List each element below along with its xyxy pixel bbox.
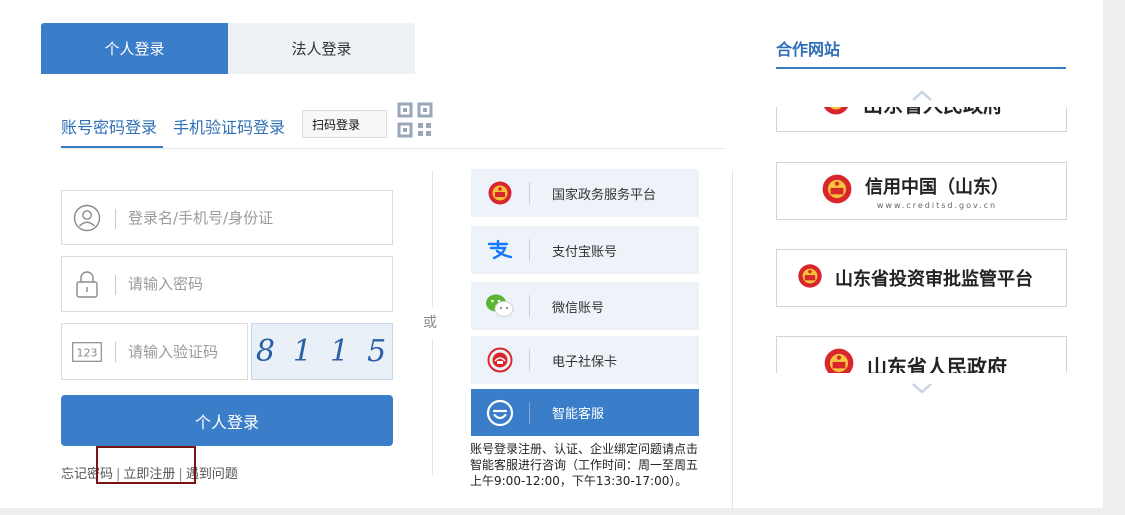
tab-sms-code-login[interactable]: 手机验证码登录 <box>173 114 285 138</box>
partner-name: 山东省人民政府 <box>863 107 1003 118</box>
tab-personal-login[interactable]: 个人登录 <box>41 23 228 74</box>
personal-login-button[interactable]: 个人登录 <box>61 395 393 446</box>
auth-links: 忘记密码 | 立即注册 | 遇到问题 <box>61 463 238 482</box>
alipay-login-button[interactable]: 支付宝账号 <box>471 226 699 274</box>
forgot-password-link[interactable]: 忘记密码 <box>61 467 113 482</box>
chevron-up-icon[interactable] <box>910 88 934 102</box>
option-label: 支付宝账号 <box>552 244 618 260</box>
partner-name: 山东省人民政府 <box>867 354 1007 374</box>
user-icon <box>72 203 102 233</box>
partner-sites-title: 合作网站 <box>776 40 841 59</box>
partner-title-underline <box>776 67 1066 69</box>
national-platform-login-button[interactable]: 国家政务服务平台 <box>471 169 699 217</box>
option-label: 国家政务服务平台 <box>552 187 657 203</box>
captcha-char: 8 <box>255 334 277 369</box>
service-notice-text: 账号登录注册、认证、企业绑定问题请点击智能客服进行咨询（工作时间：周一至周五上午… <box>470 442 699 488</box>
national-emblem-icon <box>821 173 853 209</box>
scan-login-button[interactable]: 扫码登录 <box>302 110 387 138</box>
option-label: 电子社保卡 <box>552 354 618 370</box>
field-separator <box>115 275 116 295</box>
code-icon-text: 123 <box>77 346 98 359</box>
social-security-card-login-button[interactable]: 电子社保卡 <box>471 336 699 384</box>
captcha-char: 1 <box>330 334 352 369</box>
captcha-char: 1 <box>292 334 314 369</box>
vertical-divider <box>432 170 433 307</box>
page-gutter <box>1103 0 1125 515</box>
wechat-login-button[interactable]: 微信账号 <box>471 282 699 330</box>
help-link[interactable]: 遇到问题 <box>186 467 238 482</box>
partner-url: www.creditsd.gov.cn <box>876 200 998 210</box>
partner-carousel: 山东省人民政府 信用中国（山东） www.creditsd.gov.cn 山东省… <box>776 107 1067 373</box>
wechat-icon <box>471 293 529 319</box>
smart-service-button[interactable]: 智能客服 <box>471 389 699 436</box>
national-emblem-icon <box>823 347 855 373</box>
username-field <box>61 190 393 245</box>
link-separator: | <box>178 467 183 482</box>
partner-name: 山东省投资审批监管平台 <box>835 269 1033 290</box>
national-emblem-icon <box>821 107 851 120</box>
partner-card-shandong-gov[interactable]: 山东省人民政府 <box>776 336 1067 373</box>
option-label: 微信账号 <box>552 300 605 316</box>
tab-legal-login[interactable]: 法人登录 <box>228 23 415 74</box>
chevron-down-icon[interactable] <box>910 380 934 394</box>
national-emblem-icon <box>471 180 529 206</box>
smart-service-icon <box>471 399 529 427</box>
tab-account-password-login[interactable]: 账号密码登录 <box>61 114 157 138</box>
option-separator <box>529 182 530 204</box>
partner-card-investment-approval[interactable]: 山东省投资审批监管平台 <box>776 249 1067 307</box>
captcha-image[interactable]: 8 1 1 5 <box>251 323 393 380</box>
social-security-card-icon <box>471 347 529 373</box>
lock-icon <box>72 269 102 299</box>
tabs-divider <box>61 148 725 149</box>
field-separator <box>115 342 116 362</box>
partner-card-credit-china-shandong[interactable]: 信用中国（山东） www.creditsd.gov.cn <box>776 162 1067 220</box>
vertical-divider <box>432 340 433 475</box>
password-input[interactable] <box>128 257 382 311</box>
code-123-icon: 123 <box>72 337 102 367</box>
alipay-icon <box>471 239 529 261</box>
captcha-input[interactable] <box>128 324 237 379</box>
field-separator <box>115 209 116 229</box>
national-emblem-icon <box>797 263 823 293</box>
password-field <box>61 256 393 312</box>
partner-card-shandong-gov[interactable]: 山东省人民政府 <box>776 107 1067 132</box>
option-separator <box>529 239 530 261</box>
vertical-divider <box>732 170 733 510</box>
username-input[interactable] <box>128 191 382 244</box>
or-label: 或 <box>423 315 437 331</box>
option-separator <box>529 349 530 371</box>
partner-name: 信用中国（山东） <box>865 176 1009 198</box>
qr-code-icon[interactable] <box>396 101 434 139</box>
page-bottom-strip <box>0 508 1103 515</box>
captcha-field: 123 <box>61 323 248 380</box>
register-link[interactable]: 立即注册 <box>123 467 175 482</box>
option-separator <box>529 295 530 317</box>
option-label: 智能客服 <box>552 407 605 422</box>
link-separator: | <box>116 467 121 482</box>
captcha-char: 5 <box>367 334 389 369</box>
option-separator <box>529 401 530 424</box>
